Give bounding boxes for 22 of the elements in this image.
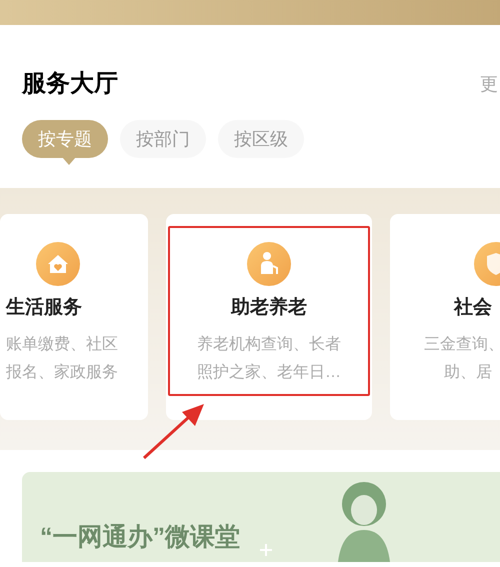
card-description-line: 三金查询、: [424, 334, 500, 355]
card-description-line: 账单缴费、社区: [6, 334, 118, 355]
card-description-line: 照护之家、老年日…: [197, 362, 341, 383]
person-icon: [247, 242, 291, 286]
course-banner[interactable]: “一网通办”微课堂: [22, 472, 500, 562]
card-title: 助老养老: [231, 298, 307, 317]
plus-icon: [260, 544, 272, 556]
card-description-line: 助、居: [443, 362, 492, 383]
tab-pointer: [62, 157, 76, 165]
card-title: 社会: [452, 298, 492, 317]
service-card[interactable]: 社会 三金查询、 助、居: [390, 214, 500, 420]
banner-title: “一网通办”微课堂: [40, 525, 240, 550]
service-card[interactable]: 生活服务 账单缴费、社区 报名、家政服务: [0, 214, 148, 420]
more-link[interactable]: 更: [480, 75, 500, 93]
card-title: 生活服务: [6, 298, 82, 317]
service-card[interactable]: 助老养老 养老机构查询、长者 照护之家、老年日…: [166, 214, 372, 420]
house-icon: [36, 242, 80, 286]
filter-tab[interactable]: 按部门: [120, 120, 206, 158]
card-description-line: 报名、家政服务: [6, 362, 118, 383]
card-description-line: 养老机构查询、长者: [197, 334, 341, 355]
filter-tab[interactable]: 按区级: [218, 120, 304, 158]
section-title: 服务大厅: [22, 72, 118, 96]
